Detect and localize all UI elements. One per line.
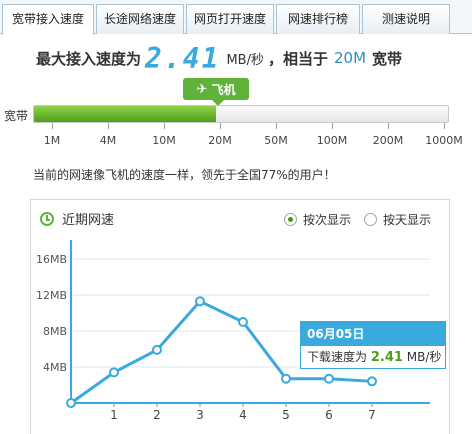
y-tick-label: 16MB — [36, 253, 67, 266]
tooltip-prefix: 下载速度为 — [307, 350, 368, 364]
tooltip-body: 下载速度为 2.41 MB/秒 — [301, 346, 445, 369]
x-tick-label: 4 — [239, 408, 247, 422]
tooltip-date: 06月05日 — [301, 322, 445, 346]
x-tick-label: 6 — [325, 408, 333, 422]
data-tooltip: 06月05日 下载速度为 2.41 MB/秒 — [300, 321, 446, 369]
tooltip-unit: MB/秒 — [406, 350, 442, 364]
x-tick-label: 1 — [110, 408, 118, 422]
data-point — [152, 344, 162, 355]
x-tick-label: 5 — [282, 408, 290, 422]
x-tick-label: 7 — [368, 408, 376, 422]
data-point — [281, 373, 291, 384]
tooltip-value: 2.41 — [370, 350, 403, 365]
y-tick-label: 8MB — [43, 325, 67, 338]
data-point — [238, 317, 248, 327]
data-point — [324, 373, 334, 384]
data-point — [367, 376, 377, 387]
data-point — [195, 296, 205, 307]
data-point — [66, 398, 76, 408]
data-point — [109, 367, 119, 378]
y-tick-label: 4MB — [43, 361, 67, 374]
x-tick-label: 2 — [153, 408, 161, 422]
y-tick-label: 12MB — [36, 289, 67, 302]
x-tick-label: 3 — [196, 408, 204, 422]
